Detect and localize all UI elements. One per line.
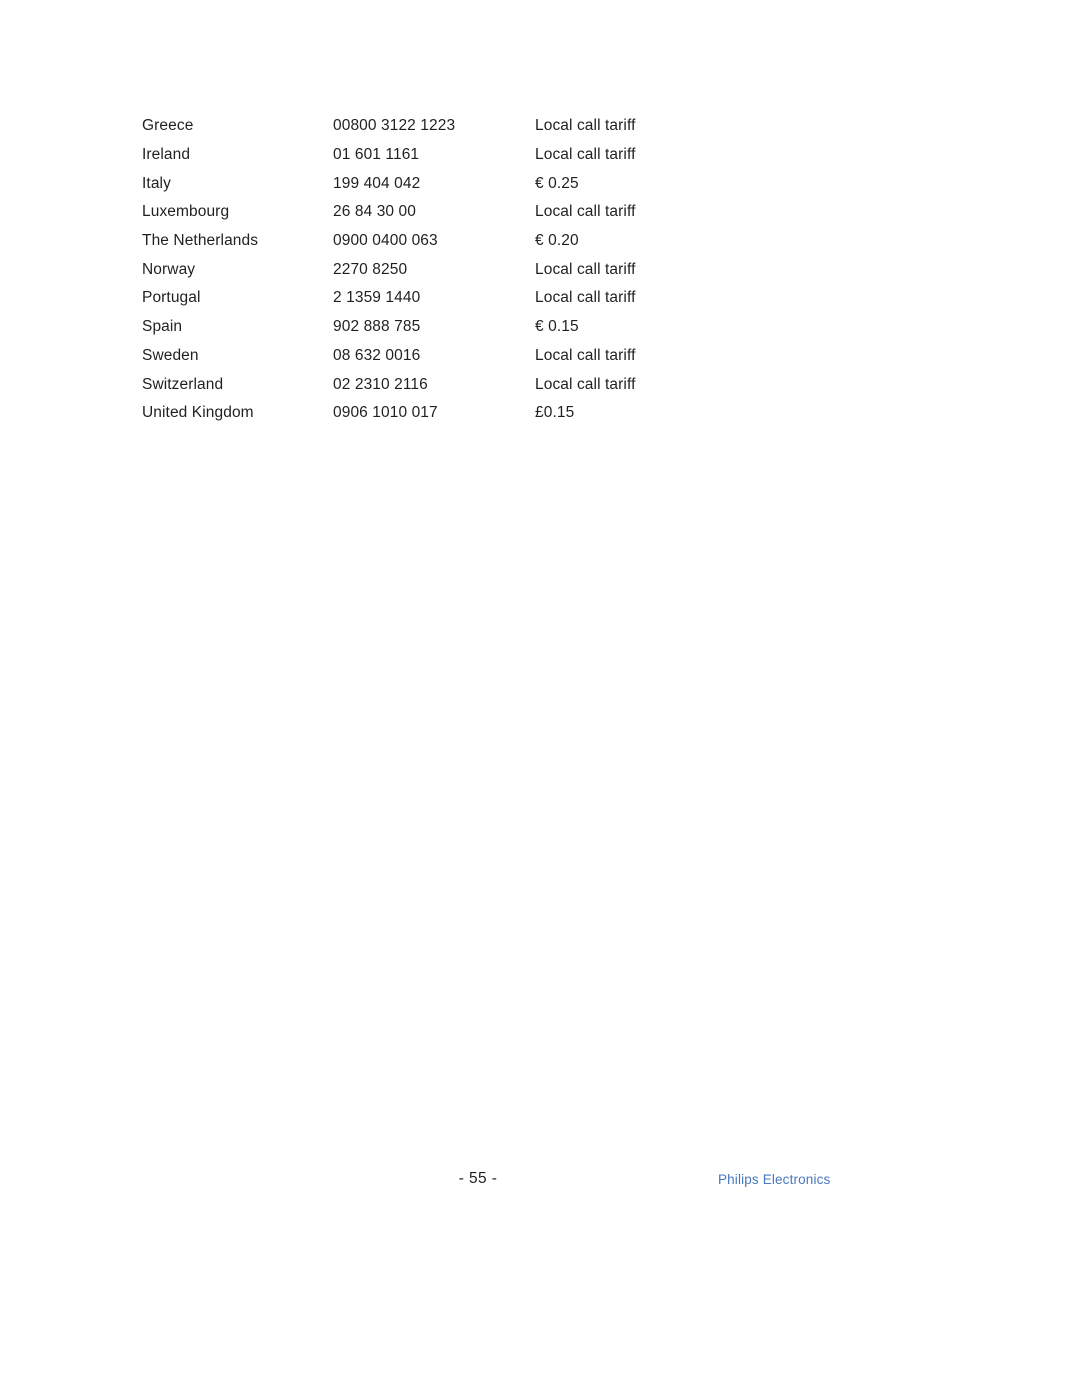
phone-number-cell: 26 84 30 00 bbox=[333, 203, 416, 221]
phone-number-cell: 08 632 0016 bbox=[333, 346, 421, 364]
phone-number-cell: 902 888 785 bbox=[333, 318, 421, 336]
table-row: Luxembourg 26 84 30 00 Local call tariff bbox=[142, 198, 762, 227]
brand-footer-label: Philips Electronics bbox=[718, 1172, 831, 1187]
phone-number-cell: 2 1359 1440 bbox=[333, 289, 421, 307]
phone-number-cell: 0906 1010 017 bbox=[333, 404, 438, 422]
tariff-cell: Local call tariff bbox=[535, 146, 636, 164]
table-row: Portugal 2 1359 1440 Local call tariff bbox=[142, 284, 762, 313]
country-cell: The Netherlands bbox=[142, 232, 259, 250]
phone-number-cell: 02 2310 2116 bbox=[333, 375, 428, 393]
table-row: Italy 199 404 042 € 0.25 bbox=[142, 169, 762, 198]
tariff-cell: € 0.20 bbox=[535, 232, 579, 250]
tariff-cell: Local call tariff bbox=[535, 260, 636, 278]
country-cell: Italy bbox=[142, 174, 171, 192]
table-row: The Netherlands 0900 0400 063 € 0.20 bbox=[142, 227, 762, 256]
contact-phone-table: Greece 00800 3122 1223 Local call tariff… bbox=[142, 112, 762, 428]
phone-number-cell: 199 404 042 bbox=[333, 174, 421, 192]
phone-number-cell: 00800 3122 1223 bbox=[333, 117, 456, 135]
tariff-cell: Local call tariff bbox=[535, 203, 636, 221]
country-cell: Ireland bbox=[142, 146, 191, 164]
table-row: Switzerland 02 2310 2116 Local call tari… bbox=[142, 370, 762, 399]
tariff-cell: € 0.15 bbox=[535, 318, 579, 336]
tariff-cell: £0.15 bbox=[535, 404, 575, 422]
country-cell: Sweden bbox=[142, 346, 199, 364]
phone-number-cell: 2270 8250 bbox=[333, 260, 408, 278]
country-cell: Switzerland bbox=[142, 375, 224, 393]
table-row: Greece 00800 3122 1223 Local call tariff bbox=[142, 112, 762, 141]
country-cell: Luxembourg bbox=[142, 203, 230, 221]
table-row: Sweden 08 632 0016 Local call tariff bbox=[142, 342, 762, 371]
page-footer: - 55 - Philips Electronics bbox=[0, 1168, 1080, 1194]
tariff-cell: € 0.25 bbox=[535, 174, 579, 192]
tariff-cell: Local call tariff bbox=[535, 289, 636, 307]
country-cell: Spain bbox=[142, 318, 183, 336]
country-cell: United Kingdom bbox=[142, 404, 254, 422]
country-cell: Greece bbox=[142, 117, 194, 135]
country-cell: Portugal bbox=[142, 289, 201, 307]
tariff-cell: Local call tariff bbox=[535, 117, 636, 135]
tariff-cell: Local call tariff bbox=[535, 375, 636, 393]
table-row: Norway 2270 8250 Local call tariff bbox=[142, 255, 762, 284]
table-row: Ireland 01 601 1161 Local call tariff bbox=[142, 141, 762, 170]
page-number: - 55 - bbox=[458, 1170, 498, 1187]
country-cell: Norway bbox=[142, 260, 196, 278]
phone-number-cell: 01 601 1161 bbox=[333, 146, 420, 164]
table-row: United Kingdom 0906 1010 017 £0.15 bbox=[142, 399, 762, 428]
phone-number-cell: 0900 0400 063 bbox=[333, 232, 438, 250]
document-page: Greece 00800 3122 1223 Local call tariff… bbox=[0, 0, 1080, 1397]
table-row: Spain 902 888 785 € 0.15 bbox=[142, 313, 762, 342]
tariff-cell: Local call tariff bbox=[535, 346, 636, 364]
contact-table-body: Greece 00800 3122 1223 Local call tariff… bbox=[142, 112, 762, 428]
